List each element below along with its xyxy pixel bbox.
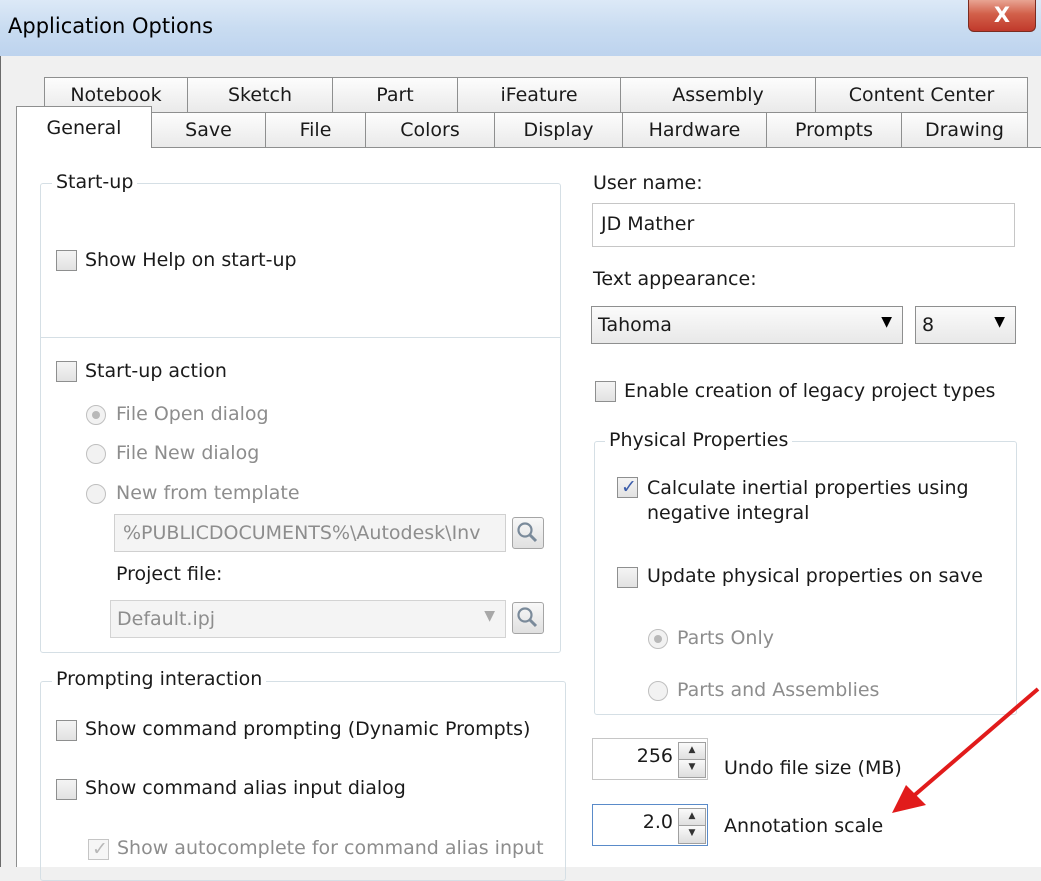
tab-drawing[interactable]: Drawing: [901, 112, 1028, 148]
template-path-text: %PUBLICDOCUMENTS%\Autodesk\Inv: [123, 522, 481, 544]
parts-assemblies-label: Parts and Assemblies: [677, 679, 880, 701]
tab-prompts[interactable]: Prompts: [766, 112, 902, 148]
chevron-down-icon: ▼: [994, 314, 1005, 330]
text-appearance-label: Text appearance:: [593, 268, 757, 290]
user-name-value: JD Mather: [601, 213, 695, 235]
annotation-scale-value: 2.0: [642, 811, 673, 833]
show-help-checkbox[interactable]: [56, 250, 77, 271]
tab-general[interactable]: General: [16, 106, 152, 148]
tab-file[interactable]: File: [265, 112, 366, 148]
project-file-select[interactable]: Default.ipj ▼: [110, 600, 506, 638]
annotation-scale-spinner[interactable]: 2.0 ▲ ▼: [592, 804, 708, 846]
browse-icon: [517, 522, 538, 543]
startup-divider: [40, 337, 561, 338]
parts-assemblies-radio[interactable]: [648, 681, 668, 701]
file-new-label: File New dialog: [116, 442, 260, 464]
physical-properties-legend: Physical Properties: [605, 429, 793, 451]
project-browse-button[interactable]: [512, 602, 544, 634]
undo-size-value: 256: [636, 745, 673, 767]
close-button[interactable]: X: [968, 0, 1036, 32]
autocomplete-checkbox[interactable]: ✓: [88, 838, 109, 860]
calc-inertial-label-line2: negative integral: [647, 502, 810, 524]
annotation-scale-label: Annotation scale: [724, 815, 884, 837]
undo-size-label: Undo file size (MB): [724, 757, 902, 779]
file-open-radio[interactable]: [86, 405, 106, 425]
red-arrow-annotation: [892, 687, 1040, 813]
legacy-projects-checkbox[interactable]: [595, 381, 616, 402]
update-on-save-label: Update physical properties on save: [647, 565, 983, 587]
prompting-legend: Prompting interaction: [52, 668, 267, 690]
new-template-radio[interactable]: [86, 484, 106, 504]
spin-down-icon[interactable]: ▼: [678, 825, 706, 844]
font-size-value: 8: [922, 314, 935, 336]
tab-hardware[interactable]: Hardware: [622, 112, 767, 148]
window-title: Application Options: [8, 14, 214, 38]
tab-display[interactable]: Display: [494, 112, 623, 148]
font-size-select[interactable]: 8 ▼: [915, 306, 1016, 344]
parts-only-label: Parts Only: [677, 627, 774, 649]
tab-sketch[interactable]: Sketch: [187, 77, 333, 113]
tab-ifeature[interactable]: iFeature: [457, 77, 621, 113]
tab-content-center[interactable]: Content Center: [815, 77, 1028, 113]
title-bar: Application Options X: [0, 0, 1041, 56]
tab-part[interactable]: Part: [332, 77, 458, 113]
template-browse-button[interactable]: [512, 517, 544, 549]
file-new-radio[interactable]: [86, 444, 106, 464]
check-icon: ✓: [92, 838, 108, 860]
calc-inertial-checkbox[interactable]: ✓: [617, 476, 638, 498]
template-path-field[interactable]: %PUBLICDOCUMENTS%\Autodesk\Inv: [114, 514, 506, 552]
alias-dialog-checkbox[interactable]: [56, 779, 77, 800]
file-open-label: File Open dialog: [116, 403, 269, 425]
calc-inertial-label-line1: Calculate inertial properties using: [647, 477, 969, 499]
tab-colors[interactable]: Colors: [365, 112, 495, 148]
spin-down-icon[interactable]: ▼: [678, 759, 706, 778]
chevron-down-icon: ▼: [881, 314, 892, 330]
alias-dialog-label: Show command alias input dialog: [85, 777, 406, 799]
chevron-down-icon: ▼: [484, 608, 495, 624]
startup-action-checkbox[interactable]: [56, 361, 77, 382]
new-template-label: New from template: [116, 482, 300, 504]
user-name-label: User name:: [593, 172, 703, 194]
legacy-projects-label: Enable creation of legacy project types: [624, 380, 996, 402]
startup-action-label: Start-up action: [85, 360, 227, 382]
show-help-label: Show Help on start-up: [85, 249, 297, 271]
check-icon: ✓: [621, 476, 637, 498]
undo-size-spinner[interactable]: 256 ▲ ▼: [592, 738, 708, 780]
tab-assembly[interactable]: Assembly: [620, 77, 816, 113]
autocomplete-label: Show autocomplete for command alias inpu…: [117, 837, 544, 859]
browse-icon: [517, 607, 538, 628]
tab-save[interactable]: Save: [151, 112, 266, 148]
font-value: Tahoma: [598, 314, 672, 336]
project-file-label: Project file:: [116, 563, 223, 585]
dynamic-prompts-label: Show command prompting (Dynamic Prompts): [85, 718, 531, 740]
dynamic-prompts-checkbox[interactable]: [56, 720, 77, 741]
user-name-input[interactable]: JD Mather: [592, 203, 1015, 247]
update-on-save-checkbox[interactable]: [617, 567, 638, 588]
project-file-value: Default.ipj: [117, 608, 216, 630]
startup-legend: Start-up: [52, 171, 138, 193]
parts-only-radio[interactable]: [648, 629, 668, 649]
font-select[interactable]: Tahoma ▼: [591, 306, 903, 344]
